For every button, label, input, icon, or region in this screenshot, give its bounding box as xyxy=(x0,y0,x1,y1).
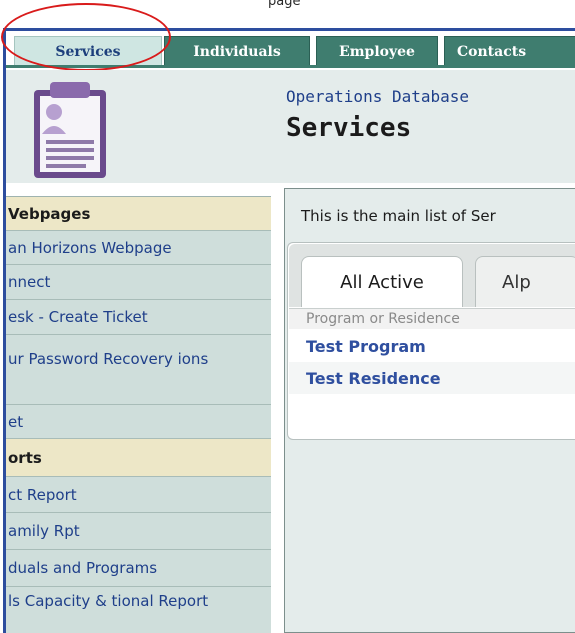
sidebar-item-connect[interactable]: nnect xyxy=(6,265,271,300)
main-tab-bar: Services Individuals Employee Contacts xyxy=(6,31,575,68)
top-strip: page xyxy=(0,0,575,30)
sidebar-item-helpdesk-ticket[interactable]: esk - Create Ticket xyxy=(6,300,271,335)
tab-services[interactable]: Services xyxy=(14,36,162,67)
tab-alphabetical[interactable]: Alp xyxy=(475,256,575,307)
list-row-test-residence[interactable]: Test Residence xyxy=(289,362,575,394)
page-title: Services xyxy=(286,113,412,143)
sidebar-heading-reports: orts xyxy=(6,439,271,477)
app-frame: page Services Individuals Employee Conta… xyxy=(0,0,575,633)
clipboard-person-icon xyxy=(34,82,106,178)
tab-all-active[interactable]: All Active xyxy=(301,256,463,307)
tab-contacts[interactable]: Contacts xyxy=(444,36,575,67)
list-row-test-program[interactable]: Test Program xyxy=(289,330,575,362)
sidebar-item-password-recovery[interactable]: ur Password Recovery ions xyxy=(6,335,271,405)
sidebar-item-capacity-report[interactable]: ls Capacity & tional Report xyxy=(6,587,271,633)
sidebar-item-horizons-webpage[interactable]: an Horizons Webpage xyxy=(6,231,271,265)
sidebar-heading-webpages: Vebpages xyxy=(6,197,271,231)
sidebar: Vebpages an Horizons Webpage nnect esk -… xyxy=(6,196,271,633)
list-tab-strip: All Active Alp xyxy=(289,244,575,307)
page-header: Operations Database Services xyxy=(6,70,575,183)
tab-employee[interactable]: Employee xyxy=(316,36,438,67)
tab-bar-underline xyxy=(6,65,575,68)
sidebar-item-family-rpt[interactable]: amily Rpt xyxy=(6,513,271,550)
sidebar-item-individuals-programs[interactable]: duals and Programs xyxy=(6,550,271,587)
main-intro-text: This is the main list of Ser xyxy=(301,207,496,225)
tab-individuals[interactable]: Individuals xyxy=(164,36,310,67)
column-header-program-residence[interactable]: Program or Residence xyxy=(289,308,575,329)
main-panel: This is the main list of Ser All Active … xyxy=(284,188,575,633)
services-list-box: All Active Alp Program or Residence Test… xyxy=(287,242,575,440)
database-title: Operations Database xyxy=(286,87,470,106)
sidebar-item-et[interactable]: et xyxy=(6,405,271,439)
sidebar-item-ct-report[interactable]: ct Report xyxy=(6,477,271,513)
top-cut-text: page xyxy=(268,0,301,9)
